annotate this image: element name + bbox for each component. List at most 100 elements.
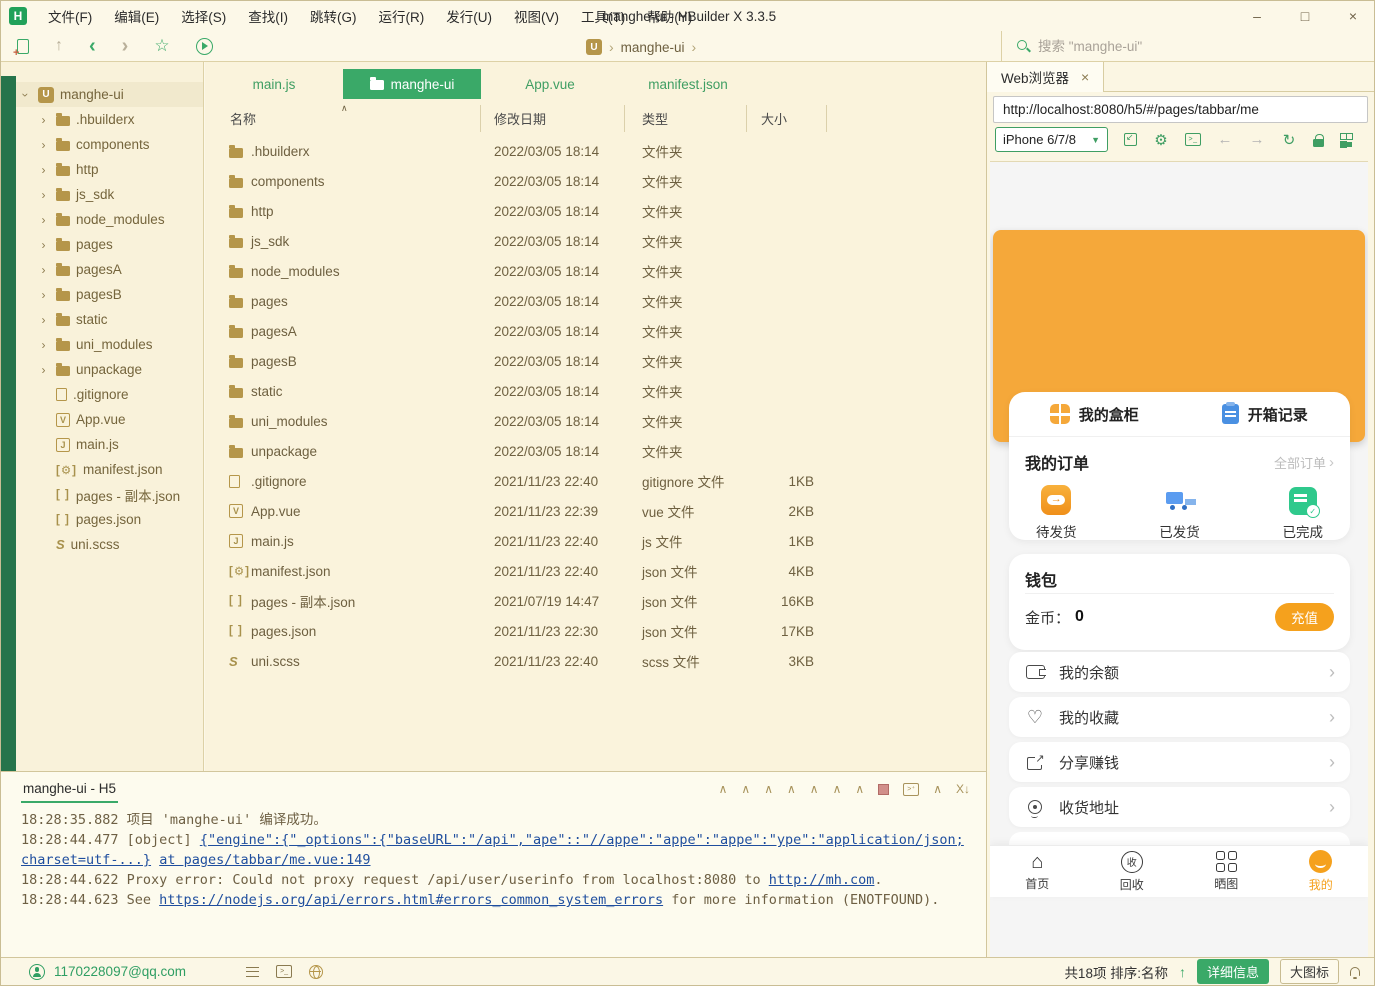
chevron-down-icon[interactable]: ›	[19, 88, 33, 101]
lock-icon[interactable]	[1313, 139, 1324, 147]
profile-menu-item[interactable]: 分享赚钱›	[1009, 742, 1350, 782]
collapse-icon[interactable]: ∧	[719, 782, 728, 796]
app-tab-item[interactable]: ⌂首页	[990, 846, 1085, 897]
url-input[interactable]	[993, 96, 1368, 123]
close-icon[interactable]: ×	[1081, 69, 1089, 85]
qrcode-icon[interactable]	[1340, 133, 1353, 146]
cabinet-tab[interactable]: 我的盒柜	[1009, 404, 1180, 425]
tree-item[interactable]: ›pagesA	[16, 257, 203, 282]
order-status[interactable]: 已发货	[1159, 485, 1200, 541]
user-avatar-icon[interactable]	[29, 964, 45, 980]
open-external-icon[interactable]	[1124, 133, 1137, 146]
file-row[interactable]: [ ]pages.json2021/11/23 22:30json 文件17KB	[205, 616, 986, 646]
chevron-right-icon[interactable]: ›	[37, 363, 50, 377]
column-header[interactable]: 大小	[761, 109, 787, 128]
app-tab-item[interactable]: 晒图	[1179, 846, 1274, 897]
log-link[interactable]: https://nodejs.org/api/errors.html#error…	[159, 892, 663, 908]
clear-log-icon[interactable]: X↓	[956, 782, 970, 796]
menu-item[interactable]: 文件(F)	[37, 2, 103, 30]
tree-item[interactable]: [ ]pages - 副本.json	[16, 482, 203, 507]
tree-item[interactable]: ›components	[16, 132, 203, 157]
tree-item[interactable]: ›http	[16, 157, 203, 182]
sort-asc-icon[interactable]: ∧	[341, 103, 348, 114]
app-tab-active[interactable]: 我的	[1274, 846, 1369, 897]
file-row[interactable]: VApp.vue2021/11/23 22:39vue 文件2KB	[205, 496, 986, 526]
profile-menu-item[interactable]: 我的余额›	[1009, 652, 1350, 692]
menu-item[interactable]: 查找(I)	[237, 2, 299, 30]
menu-item[interactable]: 运行(R)	[368, 2, 436, 30]
refresh-icon[interactable]: ↻	[1281, 131, 1297, 149]
chevron-right-icon[interactable]: ›	[37, 313, 50, 327]
chevron-right-icon[interactable]: ›	[37, 138, 50, 152]
terminal-icon[interactable]: >_	[276, 965, 292, 978]
tree-item[interactable]: ›.hbuilderx	[16, 107, 203, 132]
new-file-icon[interactable]	[17, 39, 29, 54]
editor-tab[interactable]: manifest.json	[619, 69, 757, 99]
detail-view-button[interactable]: 详细信息	[1197, 959, 1269, 984]
new-terminal-icon[interactable]: >⁺	[903, 783, 919, 796]
file-row[interactable]: Suni.scss2021/11/23 22:40scss 文件3KB	[205, 646, 986, 676]
back-icon[interactable]: ‹	[89, 36, 96, 56]
file-row[interactable]: uni_modules2022/03/05 18:14文件夹	[205, 406, 986, 436]
file-row[interactable]: pagesA2022/03/05 18:14文件夹	[205, 316, 986, 346]
chevron-right-icon[interactable]: ›	[37, 213, 50, 227]
search-input[interactable]	[1038, 39, 1318, 54]
minimize-button[interactable]: –	[1250, 8, 1264, 24]
tree-item[interactable]: ›unpackage	[16, 357, 203, 382]
file-row[interactable]: components2022/03/05 18:14文件夹	[205, 166, 986, 196]
notification-bell-icon[interactable]	[1350, 967, 1360, 976]
file-row[interactable]: [⚙]manifest.json2021/11/23 22:40json 文件4…	[205, 556, 986, 586]
editor-tab[interactable]: manghe-ui	[343, 69, 481, 99]
menu-item[interactable]: 编辑(E)	[103, 2, 170, 30]
tree-item[interactable]: ›js_sdk	[16, 182, 203, 207]
menu-item[interactable]: 视图(V)	[503, 2, 570, 30]
file-row[interactable]: static2022/03/05 18:14文件夹	[205, 376, 986, 406]
file-row[interactable]: node_modules2022/03/05 18:14文件夹	[205, 256, 986, 286]
large-icon-view-button[interactable]: 大图标	[1280, 959, 1339, 984]
device-select[interactable]: iPhone 6/7/8 ▼	[995, 127, 1108, 152]
task-list-icon[interactable]	[246, 967, 259, 977]
sort-asc-arrow-icon[interactable]: ↑	[1179, 964, 1186, 980]
tree-item[interactable]: ›pages	[16, 232, 203, 257]
chevron-right-icon[interactable]: ›	[37, 188, 50, 202]
close-button[interactable]: ×	[1346, 8, 1360, 24]
tree-item-root[interactable]: › U manghe-ui	[16, 82, 203, 107]
nav-forward-icon[interactable]: →	[1249, 131, 1265, 148]
settings-gear-icon[interactable]: ⚙	[1153, 131, 1169, 149]
collapse-icon[interactable]: ∧	[764, 782, 773, 796]
chevron-right-icon[interactable]: ›	[37, 263, 50, 277]
file-row[interactable]: .gitignore2021/11/23 22:40gitignore 文件1K…	[205, 466, 986, 496]
recharge-button[interactable]: 充值	[1275, 603, 1334, 631]
forward-icon[interactable]: ›	[122, 36, 129, 56]
file-row[interactable]: pagesB2022/03/05 18:14文件夹	[205, 346, 986, 376]
profile-menu-item[interactable]: ♡我的收藏›	[1009, 697, 1350, 737]
collapse-icon[interactable]: ∧	[855, 782, 864, 796]
run-icon[interactable]	[196, 38, 213, 55]
menu-item[interactable]: 选择(S)	[170, 2, 237, 30]
collapse-icon[interactable]: ∧	[741, 782, 750, 796]
column-header[interactable]: 名称	[230, 109, 256, 128]
tree-item[interactable]: Jmain.js	[16, 432, 203, 457]
globe-icon[interactable]	[309, 965, 323, 979]
app-tab-item[interactable]: 收回收	[1085, 846, 1180, 897]
console-icon[interactable]: >_	[1185, 133, 1201, 146]
log-link[interactable]: at pages/tabbar/me.vue:149	[159, 852, 370, 868]
collapse-icon[interactable]: ∧	[833, 782, 842, 796]
tree-item[interactable]: ›uni_modules	[16, 332, 203, 357]
all-orders-link[interactable]: 全部订单 ›	[1274, 453, 1334, 472]
console-tab[interactable]: manghe-ui - H5	[21, 781, 118, 803]
file-row[interactable]: .hbuilderx2022/03/05 18:14文件夹	[205, 136, 986, 166]
account-email[interactable]: 1170228097@qq.com	[54, 964, 186, 979]
file-row[interactable]: js_sdk2022/03/05 18:14文件夹	[205, 226, 986, 256]
menu-item[interactable]: 发行(U)	[435, 2, 503, 30]
collapse-icon[interactable]: ∧	[810, 782, 819, 796]
tree-item[interactable]: ›node_modules	[16, 207, 203, 232]
collapse-icon[interactable]: ∧	[787, 782, 796, 796]
chevron-right-icon[interactable]: ›	[37, 338, 50, 352]
order-status[interactable]: 已完成	[1283, 485, 1324, 541]
chevron-right-icon[interactable]: ›	[37, 238, 50, 252]
collapse-icon[interactable]: ∧	[933, 782, 942, 796]
menu-item[interactable]: 跳转(G)	[299, 2, 368, 30]
column-header[interactable]: 修改日期	[494, 109, 546, 128]
file-row[interactable]: http2022/03/05 18:14文件夹	[205, 196, 986, 226]
